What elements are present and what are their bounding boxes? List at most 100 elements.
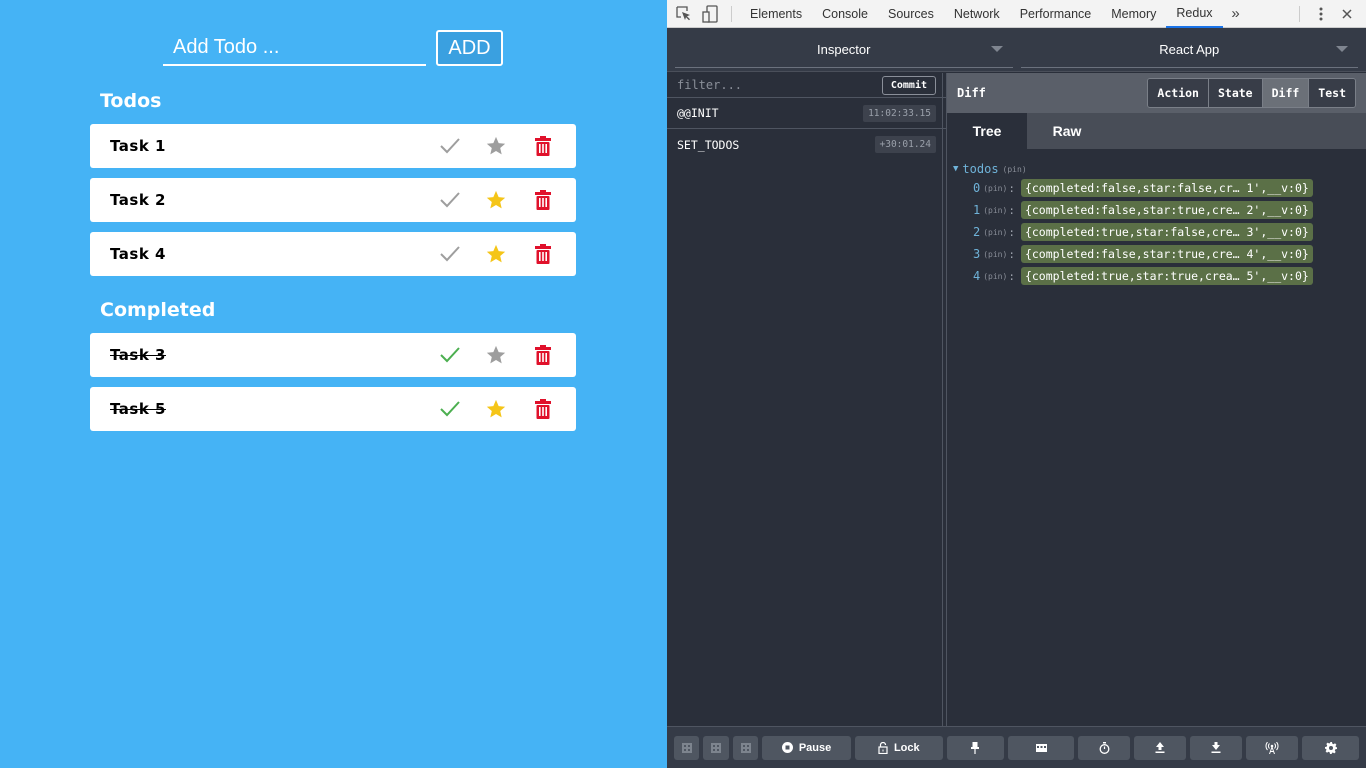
import-button[interactable] [1190, 735, 1243, 760]
pause-button[interactable]: Pause [762, 735, 851, 760]
action-name: SET_TODOS [677, 137, 740, 152]
layout-right-button[interactable] [703, 735, 729, 760]
export-button[interactable] [1134, 735, 1187, 760]
monitor-bar: Inspector React App [667, 28, 1366, 72]
tree-root[interactable]: ▼ todos (pin) [953, 161, 1366, 177]
filter-row: Commit [667, 73, 946, 98]
diff-tree: ▼ todos (pin) 0 (pin): {completed:false,… [947, 149, 1366, 287]
star-icon[interactable] [484, 242, 508, 266]
state-header: Diff Action State Diff Test [947, 73, 1366, 113]
lock-button[interactable]: Lock [854, 735, 943, 760]
remote-button[interactable] [1246, 735, 1299, 760]
add-todo-input[interactable] [163, 30, 426, 66]
tree-row: 2 (pin): {completed:true,star:false,cre…… [953, 221, 1366, 243]
download-icon [1211, 742, 1221, 753]
completed-item: Task 5 [90, 387, 576, 431]
tab-elements[interactable]: Elements [740, 0, 812, 28]
settings-button[interactable] [1302, 735, 1360, 760]
tree-value: {completed:true,star:false,cre… 3',__v:0… [1020, 223, 1313, 241]
tab-network[interactable]: Network [944, 0, 1010, 28]
gear-icon [1324, 741, 1337, 754]
inspector-panes: Commit @@INIT 11:02:33.15 SET_TODOS +30:… [667, 73, 1366, 726]
slider-button[interactable] [1078, 735, 1131, 760]
instance-select[interactable]: React App [1020, 32, 1358, 68]
commit-button[interactable]: Commit [881, 75, 936, 95]
completed-item: Task 3 [90, 333, 576, 377]
tab-console[interactable]: Console [812, 0, 878, 28]
tree-key: 1 [973, 203, 981, 217]
device-toggle-icon[interactable] [697, 0, 723, 28]
tab-tree[interactable]: Tree [947, 113, 1027, 149]
kebab-menu-icon[interactable] [1308, 0, 1334, 28]
pin-button[interactable]: (pin) [983, 250, 1007, 259]
tree-row: 1 (pin): {completed:false,star:true,cre…… [953, 199, 1366, 221]
tab-memory[interactable]: Memory [1101, 0, 1166, 28]
tab-diff[interactable]: Diff [1262, 79, 1310, 107]
pin-button[interactable]: (pin) [1003, 165, 1027, 174]
tab-state[interactable]: State [1208, 79, 1263, 107]
check-icon[interactable] [438, 134, 462, 158]
tab-performance[interactable]: Performance [1010, 0, 1102, 28]
trash-icon[interactable] [531, 242, 555, 266]
add-button[interactable]: ADD [436, 30, 503, 66]
check-icon[interactable] [438, 343, 462, 367]
star-icon[interactable] [484, 397, 508, 421]
trash-icon[interactable] [531, 188, 555, 212]
toolbar-divider [1299, 5, 1300, 22]
check-icon[interactable] [438, 242, 462, 266]
tree-key: 2 [973, 225, 981, 239]
tab-sources[interactable]: Sources [878, 0, 944, 28]
action-time: +30:01.24 [874, 136, 936, 153]
pin-button[interactable]: (pin) [983, 184, 1007, 193]
completed-section-title: Completed [100, 299, 216, 321]
persist-button[interactable] [946, 735, 1004, 760]
tab-test[interactable]: Test [1309, 79, 1355, 107]
check-icon[interactable] [438, 188, 462, 212]
pause-label: Pause [798, 741, 832, 754]
trash-icon[interactable] [531, 343, 555, 367]
stopwatch-icon [1099, 741, 1110, 754]
action-item[interactable]: @@INIT 11:02:33.15 [667, 98, 946, 129]
action-item[interactable]: SET_TODOS +30:01.24 [667, 129, 946, 160]
close-icon[interactable] [1334, 0, 1360, 28]
tab-raw[interactable]: Raw [1027, 113, 1107, 149]
todo-item: Task 4 [90, 232, 576, 276]
tree-key: 3 [973, 247, 981, 261]
monitor-select[interactable]: Inspector [675, 32, 1013, 68]
trash-icon[interactable] [531, 397, 555, 421]
star-icon[interactable] [484, 188, 508, 212]
tree-value: {completed:false,star:true,cre… 4',__v:0… [1020, 245, 1313, 263]
keyboard-icon [1035, 743, 1047, 752]
star-icon[interactable] [484, 343, 508, 367]
layout-icon [681, 742, 692, 753]
inspect-element-icon[interactable] [671, 0, 697, 28]
pin-button[interactable]: (pin) [983, 206, 1007, 215]
layout-icon [711, 742, 722, 753]
action-list: Commit @@INIT 11:02:33.15 SET_TODOS +30:… [667, 73, 947, 726]
tree-value: {completed:true,star:true,crea… 5',__v:0… [1020, 267, 1313, 285]
check-icon[interactable] [438, 397, 462, 421]
pin-button[interactable]: (pin) [983, 272, 1007, 281]
tree-key: 0 [973, 181, 981, 195]
filter-input[interactable] [677, 78, 882, 92]
state-header-title: Diff [957, 86, 986, 100]
star-icon[interactable] [484, 134, 508, 158]
tree-value: {completed:false,star:true,cre… 2',__v:0… [1020, 201, 1313, 219]
trash-icon[interactable] [531, 134, 555, 158]
pin-button[interactable]: (pin) [983, 228, 1007, 237]
layout-bottom-button[interactable] [732, 735, 759, 760]
tab-action[interactable]: Action [1148, 79, 1209, 107]
more-tabs-icon[interactable]: » [1223, 0, 1249, 28]
devtools-panel: Elements Console Sources Network Perform… [667, 0, 1366, 768]
dispatcher-button[interactable] [1007, 735, 1075, 760]
chevron-down-icon [1336, 45, 1348, 52]
lock-label: Lock [893, 741, 920, 754]
layout-left-button[interactable] [674, 735, 700, 760]
toolbar-divider [731, 5, 732, 22]
upload-icon [1155, 742, 1165, 753]
devtools-tabbar: Elements Console Sources Network Perform… [667, 0, 1366, 28]
pause-record-icon [781, 742, 793, 753]
tab-redux[interactable]: Redux [1166, 0, 1223, 28]
expand-arrow-icon: ▼ [953, 164, 959, 174]
todo-item: Task 1 [90, 124, 576, 168]
